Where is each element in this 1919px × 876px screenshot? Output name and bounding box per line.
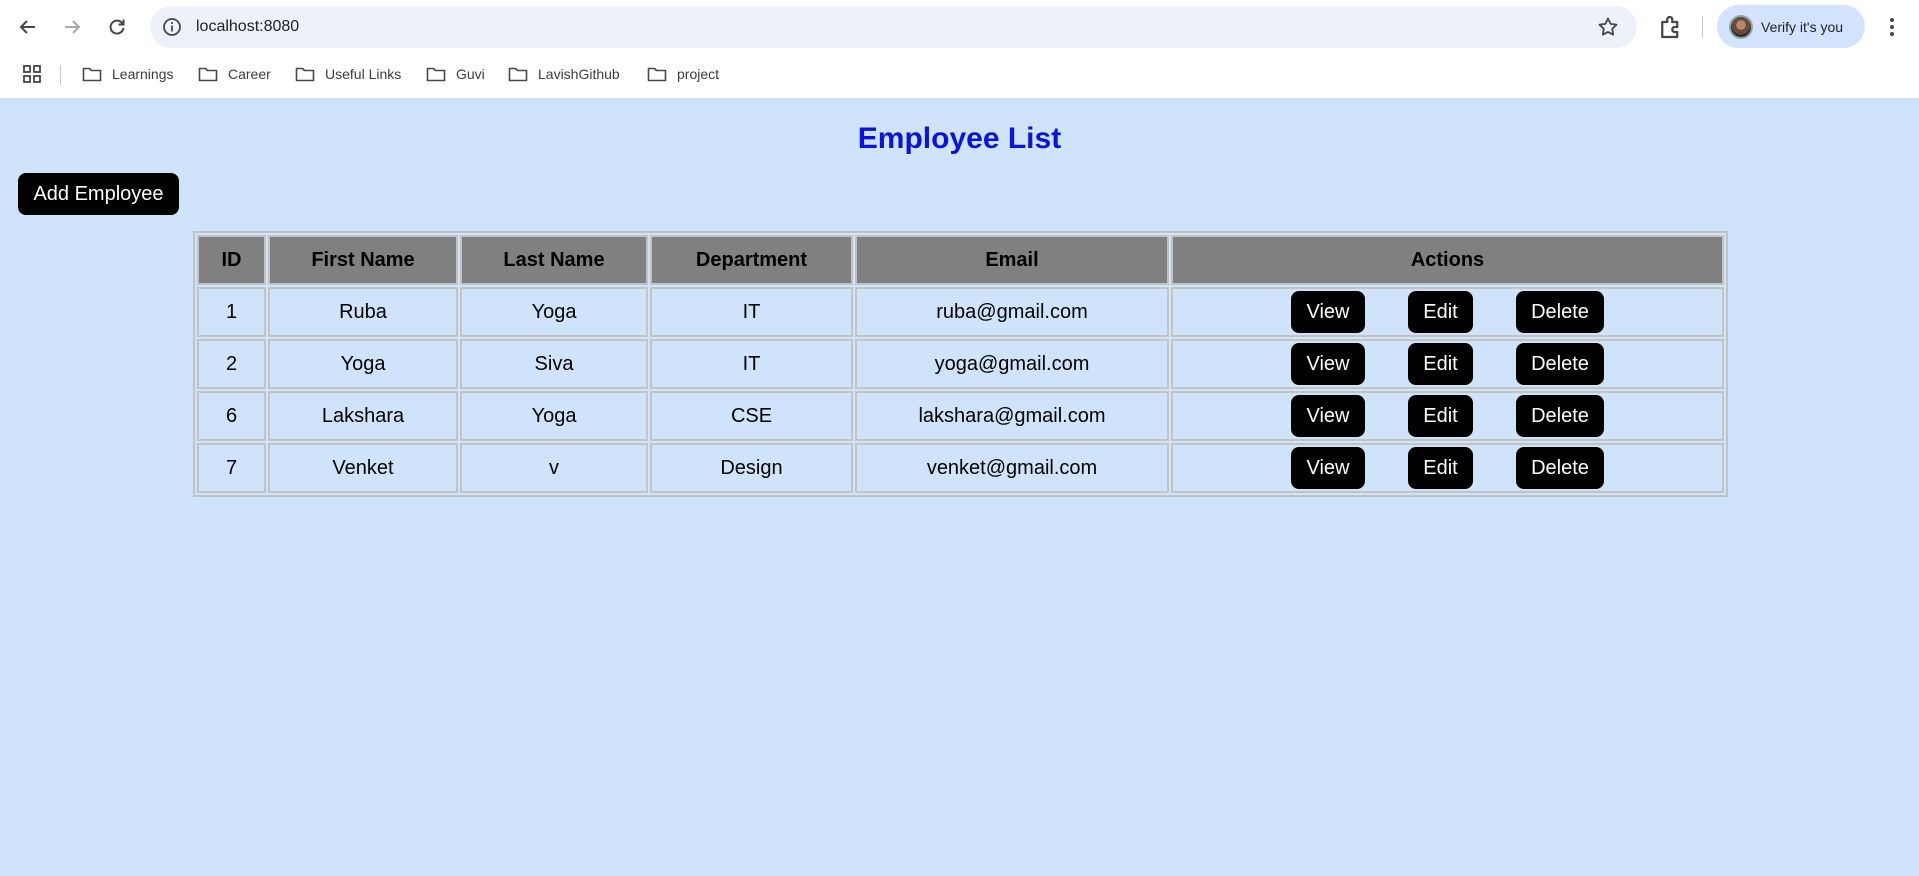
cell-last-name: Siva — [460, 339, 648, 389]
cell-id: 6 — [197, 391, 266, 441]
reload-icon[interactable] — [101, 11, 133, 43]
table-row: 7 Venket v Design venket@gmail.com View … — [197, 443, 1724, 493]
folder-icon — [508, 67, 528, 82]
edit-button[interactable]: Edit — [1408, 447, 1473, 489]
bookmark-label: Useful Links — [325, 66, 402, 82]
bookmarks-bar: Learnings Career Useful Links Guvi Lavis… — [0, 56, 1919, 90]
view-button[interactable]: View — [1291, 343, 1365, 385]
folder-icon — [647, 67, 667, 82]
cell-id: 7 — [197, 443, 266, 493]
cell-email: lakshara@gmail.com — [855, 391, 1169, 441]
view-button[interactable]: View — [1291, 291, 1365, 333]
edit-button[interactable]: Edit — [1408, 291, 1473, 333]
bookmark-label: Career — [228, 66, 271, 82]
edit-button[interactable]: Edit — [1408, 395, 1473, 437]
browser-chrome: localhost:8080 Verify it's you Learnings… — [0, 0, 1919, 98]
table-row: 1 Ruba Yoga IT ruba@gmail.com View Edit … — [197, 287, 1724, 337]
cell-department: IT — [650, 287, 853, 337]
url-text: localhost:8080 — [196, 18, 300, 35]
address-bar[interactable]: localhost:8080 — [150, 6, 1637, 48]
view-button[interactable]: View — [1291, 395, 1365, 437]
bookmark-learnings[interactable]: Learnings — [82, 62, 174, 86]
bookmark-guvi[interactable]: Guvi — [426, 62, 485, 86]
bookmark-label: Learnings — [112, 66, 174, 82]
bookmark-label: Guvi — [456, 66, 485, 82]
cell-actions: View Edit Delete — [1171, 339, 1724, 389]
forward-arrow-icon[interactable] — [56, 11, 88, 43]
column-header-actions: Actions — [1171, 235, 1724, 285]
cell-department: CSE — [650, 391, 853, 441]
cell-first-name: Yoga — [268, 339, 458, 389]
cell-first-name: Venket — [268, 443, 458, 493]
cell-id: 2 — [197, 339, 266, 389]
bookmark-career[interactable]: Career — [198, 62, 271, 86]
cell-department: Design — [650, 443, 853, 493]
bookmark-label: project — [677, 66, 720, 82]
cell-actions: View Edit Delete — [1171, 443, 1724, 493]
table-row: 6 Lakshara Yoga CSE lakshara@gmail.com V… — [197, 391, 1724, 441]
bookmark-project[interactable]: project — [647, 62, 719, 86]
cell-email: venket@gmail.com — [855, 443, 1169, 493]
bookmark-star-icon[interactable] — [1597, 16, 1619, 38]
extensions-puzzle-icon[interactable] — [1656, 12, 1686, 42]
back-arrow-icon[interactable] — [12, 11, 44, 43]
cell-department: IT — [650, 339, 853, 389]
more-menu-icon[interactable] — [1880, 14, 1904, 40]
page-title: Employee List — [857, 122, 1062, 155]
cell-last-name: v — [460, 443, 648, 493]
cell-actions: View Edit Delete — [1171, 287, 1724, 337]
cell-actions: View Edit Delete — [1171, 391, 1724, 441]
column-header-department: Department — [650, 235, 853, 285]
cell-last-name: Yoga — [460, 391, 648, 441]
cell-first-name: Lakshara — [268, 391, 458, 441]
site-info-icon[interactable] — [162, 17, 182, 37]
bookmark-label: LavishGithub — [538, 66, 620, 82]
toolbar-divider — [1702, 16, 1703, 38]
column-header-last-name: Last Name — [460, 235, 648, 285]
column-header-email: Email — [855, 235, 1169, 285]
cell-first-name: Ruba — [268, 287, 458, 337]
delete-button[interactable]: Delete — [1516, 291, 1604, 333]
folder-icon — [198, 67, 218, 82]
folder-icon — [82, 67, 102, 82]
edit-button[interactable]: Edit — [1408, 343, 1473, 385]
browser-toolbar: localhost:8080 Verify it's you — [0, 0, 1919, 54]
table-row: 2 Yoga Siva IT yoga@gmail.com View Edit … — [197, 339, 1724, 389]
add-employee-button[interactable]: Add Employee — [18, 173, 179, 215]
bookmark-lavishgithub[interactable]: LavishGithub — [508, 62, 620, 86]
folder-icon — [295, 67, 315, 82]
employee-table: ID First Name Last Name Department Email… — [193, 231, 1728, 497]
avatar — [1729, 14, 1753, 39]
column-header-first-name: First Name — [268, 235, 458, 285]
cell-id: 1 — [197, 287, 266, 337]
cell-email: yoga@gmail.com — [855, 339, 1169, 389]
delete-button[interactable]: Delete — [1516, 343, 1604, 385]
bookmark-useful-links[interactable]: Useful Links — [295, 62, 401, 86]
cell-last-name: Yoga — [460, 287, 648, 337]
cell-email: ruba@gmail.com — [855, 287, 1169, 337]
delete-button[interactable]: Delete — [1516, 395, 1604, 437]
apps-grid-icon[interactable] — [22, 64, 42, 84]
table-header-row: ID First Name Last Name Department Email… — [197, 235, 1724, 285]
delete-button[interactable]: Delete — [1516, 447, 1604, 489]
profile-label: Verify it's you — [1761, 18, 1844, 35]
view-button[interactable]: View — [1291, 447, 1365, 489]
profile-button[interactable]: Verify it's you — [1717, 5, 1865, 48]
folder-icon — [426, 67, 446, 82]
column-header-id: ID — [197, 235, 266, 285]
bookmarks-divider — [60, 65, 61, 85]
